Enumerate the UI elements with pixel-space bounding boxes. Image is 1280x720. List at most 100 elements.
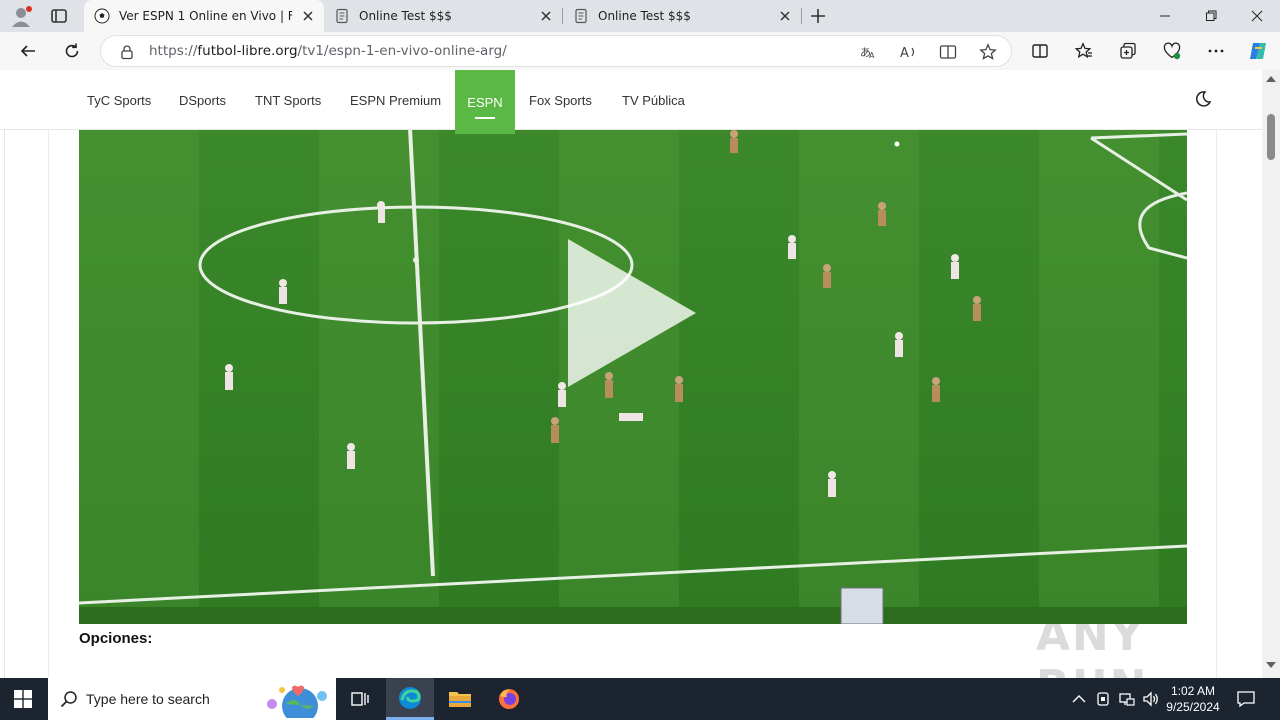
close-icon[interactable] (300, 8, 316, 24)
copilot-icon (1250, 43, 1266, 59)
tab-online-test-2[interactable]: Online Test $$$ (563, 0, 801, 32)
nav-label: DSports (179, 92, 226, 108)
tab-title: Online Test $$$ (359, 9, 452, 23)
taskbar-firefox-app[interactable] (485, 678, 533, 720)
tab-espn[interactable]: Ver ESPN 1 Online en Vivo | Fútbol Libre (84, 0, 324, 32)
channel-nav: TyC Sports DSports TNT Sports ESPN Premi… (0, 70, 1262, 134)
translate-icon[interactable]: あA (859, 43, 877, 61)
windows-taskbar: Type here to search 1:02 AM 9/25/2024 (0, 678, 1280, 720)
collections-button[interactable] (1117, 40, 1139, 62)
tray-device-icon[interactable] (1094, 690, 1112, 708)
task-view-icon (351, 692, 369, 706)
nav-item-tnt-sports[interactable]: TNT Sports (255, 70, 321, 130)
clock-time: 1:02 AM (1170, 684, 1216, 698)
immersive-reader-icon[interactable] (939, 43, 957, 61)
firefox-icon (499, 689, 519, 709)
refresh-button[interactable] (61, 40, 83, 62)
soccer-ball-icon (94, 8, 110, 24)
refresh-icon (65, 43, 79, 58)
content-border-left (48, 130, 49, 678)
document-icon (575, 8, 587, 24)
play-button-icon[interactable] (568, 239, 696, 387)
favorites-button[interactable] (1073, 40, 1095, 62)
taskbar-clock[interactable]: 1:02 AM 9/25/2024 (1160, 683, 1226, 715)
svg-text:A: A (869, 51, 875, 60)
back-button[interactable] (17, 40, 39, 62)
nav-label: TNT Sports (255, 92, 322, 108)
favorite-star-icon[interactable] (979, 43, 997, 61)
copilot-button[interactable] (1247, 40, 1269, 62)
url-host: futbol-libre.org (197, 43, 298, 59)
nav-label: TyC Sports (87, 92, 152, 108)
network-icon[interactable] (1118, 690, 1136, 708)
new-tab-icon[interactable] (808, 6, 828, 26)
settings-more-button[interactable] (1205, 40, 1227, 62)
search-placeholder: Type here to search (86, 691, 210, 707)
profile-avatar-icon[interactable] (10, 5, 34, 27)
tab-actions-icon[interactable] (50, 7, 68, 25)
tray-chevron-up-icon[interactable] (1070, 690, 1088, 708)
file-explorer-folder-icon (449, 692, 471, 707)
tab-strip: Ver ESPN 1 Online en Vivo | Fútbol Libre… (0, 0, 1280, 32)
clock-date: 9/25/2024 (1166, 700, 1220, 714)
tab-separator (801, 8, 802, 24)
search-icon (60, 691, 77, 708)
tab-title: Online Test $$$ (598, 9, 691, 23)
content-border-right (1216, 130, 1217, 678)
favorites-icon (1075, 42, 1092, 59)
nav-label: TV Pública (622, 92, 685, 108)
nav-item-fox-sports[interactable]: Fox Sports (529, 70, 592, 130)
nav-label: Fox Sports (529, 92, 592, 108)
nav-item-espn-premium[interactable]: ESPN Premium (350, 70, 441, 130)
scroll-thumb[interactable] (1267, 114, 1275, 160)
nav-item-tyc-sports[interactable]: TyC Sports (87, 70, 151, 130)
nav-item-dsports[interactable]: DSports (179, 70, 226, 130)
notification-center-icon[interactable] (1236, 689, 1256, 709)
nav-item-tv-publica[interactable]: TV Pública (622, 70, 685, 130)
page-viewport: TyC Sports DSports TNT Sports ESPN Premi… (0, 70, 1262, 678)
address-bar[interactable]: https://futbol-libre.org/tv1/espn-1-en-v… (100, 35, 1012, 67)
back-arrow-icon (20, 45, 35, 57)
minimize-button[interactable] (1142, 0, 1188, 32)
lock-icon[interactable] (119, 44, 135, 60)
tab-title: Ver ESPN 1 Online en Vivo | Fútbol Libre (119, 9, 292, 23)
close-icon[interactable] (777, 8, 793, 24)
restore-button[interactable] (1188, 0, 1234, 32)
page-scrollbar[interactable] (1262, 70, 1280, 678)
nav-item-espn[interactable]: ESPN (455, 70, 515, 134)
more-dots-icon (1208, 49, 1224, 53)
split-screen-icon (1032, 44, 1048, 58)
dark-mode-moon-icon[interactable] (1194, 90, 1212, 108)
restore-icon (1206, 10, 1217, 21)
browser-toolbar: https://futbol-libre.org/tv1/espn-1-en-v… (0, 32, 1280, 70)
tab-online-test-1[interactable]: Online Test $$$ (324, 0, 562, 32)
url-prefix: https:// (149, 43, 198, 59)
svg-text:A: A (900, 46, 909, 61)
video-player[interactable] (79, 70, 1187, 624)
close-icon[interactable] (538, 8, 554, 24)
windows-start-icon[interactable] (14, 690, 32, 708)
volume-icon[interactable] (1142, 690, 1160, 708)
nav-label: ESPN (467, 94, 503, 110)
close-icon (1251, 10, 1263, 22)
taskbar-edge-app[interactable] (386, 678, 434, 720)
document-icon (336, 8, 348, 24)
search-highlight-globe-icon (267, 685, 327, 718)
options-heading: Opciones: (79, 630, 153, 647)
taskbar-file-explorer-app[interactable] (436, 678, 484, 720)
edge-browser-icon (399, 686, 421, 709)
taskbar-search-box[interactable]: Type here to search (48, 678, 336, 720)
nav-label: ESPN Premium (350, 92, 442, 108)
split-screen-button[interactable] (1029, 40, 1051, 62)
collections-icon (1120, 42, 1136, 59)
read-aloud-icon[interactable]: A (899, 43, 917, 61)
heartbeat-icon (1163, 42, 1181, 60)
scroll-down-icon[interactable] (1266, 662, 1276, 668)
browser-essentials-button[interactable] (1161, 40, 1183, 62)
url-path: /tv1/espn-1-en-vivo-online-arg/ (297, 43, 507, 59)
scroll-up-icon[interactable] (1266, 76, 1276, 82)
close-window-button[interactable] (1234, 0, 1280, 32)
task-view-button[interactable] (336, 678, 384, 720)
minimize-icon (1160, 15, 1170, 17)
url-text[interactable]: https://futbol-libre.org/tv1/espn-1-en-v… (149, 43, 507, 59)
